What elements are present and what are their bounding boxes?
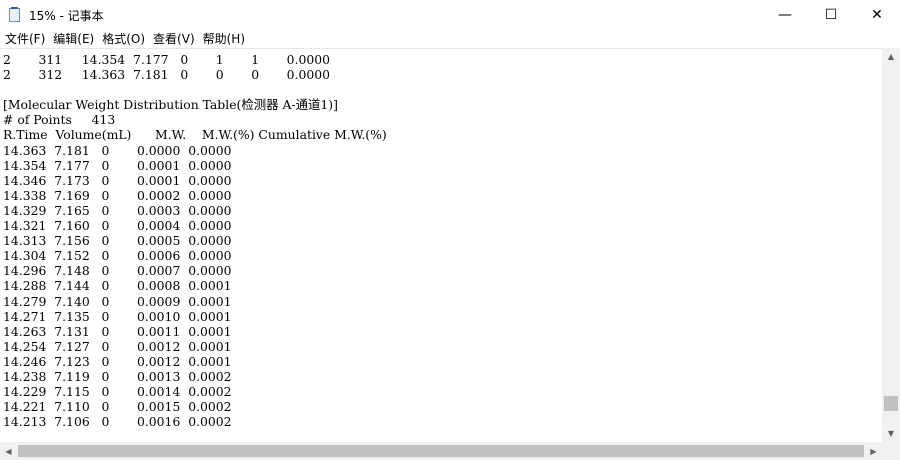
scroll-left-arrow-icon[interactable]: ◀ bbox=[0, 442, 17, 460]
text-line: 14.296 7.148 0 0.0007 0.0000 bbox=[3, 263, 232, 279]
text-line: 14.313 7.156 0 0.0005 0.0000 bbox=[3, 233, 232, 249]
menu-format[interactable]: 格式(O) bbox=[98, 30, 149, 48]
text-line: 14.279 7.140 0 0.0009 0.0001 bbox=[3, 293, 232, 309]
text-line: 14.321 7.160 0 0.0004 0.0000 bbox=[3, 218, 232, 234]
menu-file[interactable]: 文件(F) bbox=[1, 30, 49, 48]
maximize-button[interactable]: ☐ bbox=[808, 0, 854, 30]
text-line: 14.238 7.119 0 0.0013 0.0002 bbox=[3, 368, 232, 384]
text-line: 14.221 7.110 0 0.0015 0.0002 bbox=[3, 399, 232, 415]
window-title: 15% - 记事本 bbox=[29, 8, 104, 23]
text-line: 14.338 7.169 0 0.0002 0.0000 bbox=[3, 187, 232, 203]
menu-bar: 文件(F) 编辑(E) 格式(O) 查看(V) 帮助(H) bbox=[0, 30, 900, 48]
text-line: [Molecular Weight Distribution Table(检测器… bbox=[3, 97, 338, 113]
scrollbar-corner bbox=[882, 442, 900, 460]
title-bar[interactable]: 15% - 记事本 — ☐ ✕ bbox=[0, 0, 900, 30]
text-line: 14.271 7.135 0 0.0010 0.0001 bbox=[3, 308, 232, 324]
text-editor-area[interactable]: 2 311 14.354 7.177 0 1 1 0.0000 2 312 14… bbox=[0, 48, 882, 442]
text-line: 14.213 7.106 0 0.0016 0.0002 bbox=[3, 414, 232, 430]
minimize-button[interactable]: — bbox=[762, 0, 808, 30]
text-line: 2 311 14.354 7.177 0 1 1 0.0000 bbox=[3, 52, 331, 67]
text-line: 14.246 7.123 0 0.0012 0.0001 bbox=[3, 353, 232, 369]
notepad-icon bbox=[7, 7, 23, 23]
scroll-right-arrow-icon[interactable]: ▶ bbox=[865, 442, 882, 460]
window-controls: — ☐ ✕ bbox=[762, 0, 900, 30]
text-line: 2 312 14.363 7.181 0 0 0 0.0000 bbox=[3, 67, 331, 83]
close-button[interactable]: ✕ bbox=[854, 0, 900, 30]
notepad-window: 15% - 记事本 — ☐ ✕ 文件(F) 编辑(E) 格式(O) 查看(V) … bbox=[0, 0, 900, 460]
text-line: 14.346 7.173 0 0.0001 0.0000 bbox=[3, 172, 232, 188]
document-text[interactable]: 2 311 14.354 7.177 0 1 1 0.0000 2 312 14… bbox=[0, 49, 882, 429]
horizontal-scroll-thumb[interactable] bbox=[18, 445, 864, 457]
text-line: 14.288 7.144 0 0.0008 0.0001 bbox=[3, 278, 232, 294]
text-line: 14.354 7.177 0 0.0001 0.0000 bbox=[3, 157, 232, 173]
menu-edit[interactable]: 编辑(E) bbox=[49, 30, 98, 48]
vertical-scroll-thumb[interactable] bbox=[884, 396, 898, 411]
text-line: 14.254 7.127 0 0.0012 0.0001 bbox=[3, 338, 232, 354]
text-line: 14.363 7.181 0 0.0000 0.0000 bbox=[3, 142, 232, 158]
vertical-scrollbar[interactable]: ▲ ▼ bbox=[882, 48, 900, 442]
text-line: 14.304 7.152 0 0.0006 0.0000 bbox=[3, 248, 232, 264]
text-line: 14.263 7.131 0 0.0011 0.0001 bbox=[3, 323, 232, 339]
menu-help[interactable]: 帮助(H) bbox=[199, 30, 249, 48]
scroll-up-arrow-icon[interactable]: ▲ bbox=[882, 48, 900, 65]
text-line: # of Points 413 bbox=[3, 112, 116, 128]
scroll-down-arrow-icon[interactable]: ▼ bbox=[882, 425, 900, 442]
menu-view[interactable]: 查看(V) bbox=[149, 30, 199, 48]
text-line: 14.229 7.115 0 0.0014 0.0002 bbox=[3, 384, 232, 400]
text-line: R.Time Volume(mL) M.W. M.W.(%) Cumulativ… bbox=[3, 127, 387, 143]
text-line: 14.329 7.165 0 0.0003 0.0000 bbox=[3, 202, 232, 218]
horizontal-scrollbar[interactable]: ◀ ▶ bbox=[0, 442, 882, 460]
